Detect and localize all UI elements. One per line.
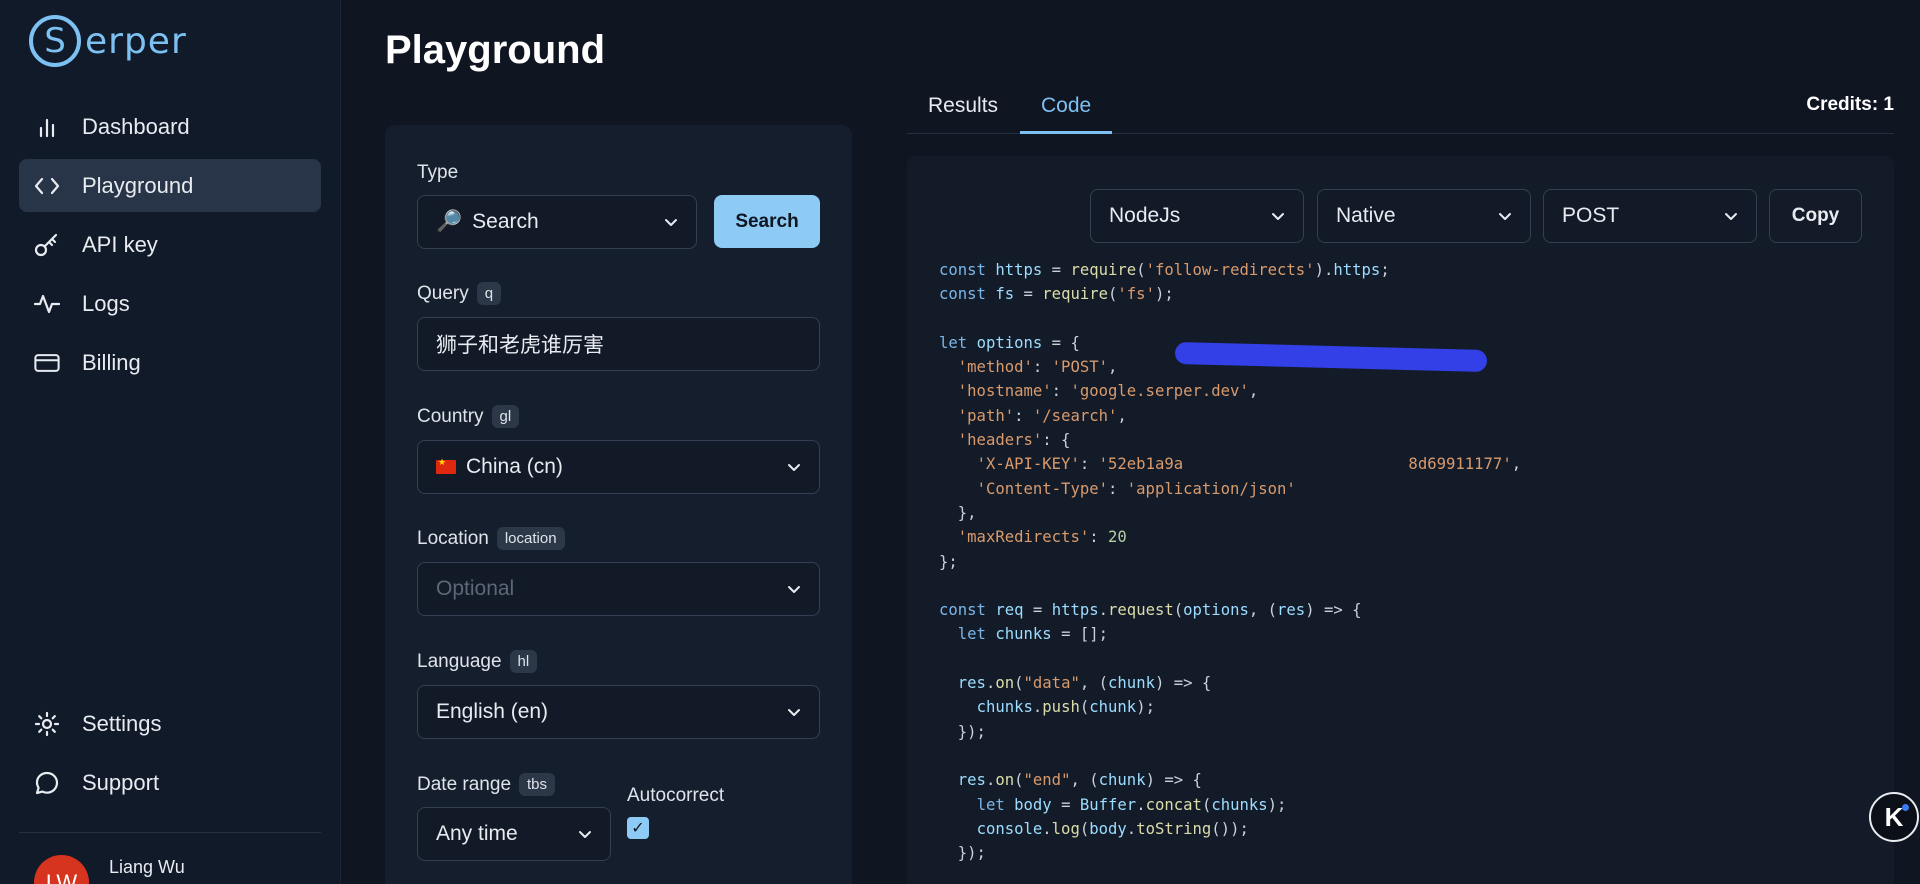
date-range-param-tag: tbs: [519, 773, 556, 796]
sidebar-item-support[interactable]: Support: [19, 756, 321, 809]
logo-text: erper: [85, 20, 187, 62]
library-dropdown[interactable]: Native: [1317, 189, 1531, 243]
sidebar-divider: [19, 832, 321, 833]
language-label: Language hl: [417, 650, 538, 673]
date-range-select[interactable]: Any time: [417, 807, 611, 861]
search-form-panel: Type 🔎 Search Search Query q 狮子和老虎谁厉害 Co…: [385, 125, 852, 884]
sidebar-item-label: Settings: [82, 710, 162, 736]
location-placeholder: Optional: [436, 577, 515, 600]
type-value: Search: [472, 210, 539, 233]
user-profile[interactable]: LW Liang Wu: [34, 855, 185, 884]
method-dropdown[interactable]: POST: [1543, 189, 1757, 243]
credits-counter: Credits: 1: [1806, 94, 1894, 115]
chevron-down-icon: [1725, 213, 1737, 220]
code-panel: NodeJs Native POST Copy const https = re…: [907, 156, 1894, 884]
key-icon: [34, 232, 60, 258]
country-label: Country gl: [417, 405, 520, 428]
sidebar: S erper Dashboard Playground API key Log…: [0, 0, 341, 884]
language-value: English (en): [436, 700, 549, 723]
query-label: Query q: [417, 282, 502, 305]
country-select[interactable]: China (cn): [417, 440, 820, 494]
sidebar-item-dashboard[interactable]: Dashboard: [19, 100, 321, 153]
country-param-tag: gl: [491, 405, 520, 428]
activity-icon: [34, 291, 60, 317]
serper-logo[interactable]: S erper: [29, 15, 187, 67]
chevron-down-icon: [788, 464, 800, 471]
sidebar-item-label: API key: [82, 231, 158, 257]
user-name: Liang Wu: [109, 857, 185, 877]
notification-dot: [1902, 804, 1909, 811]
check-icon: ✓: [631, 820, 645, 837]
chevron-down-icon: [788, 709, 800, 716]
chevron-down-icon: [788, 586, 800, 593]
autocorrect-label: Autocorrect: [627, 785, 724, 807]
page-title: Playground: [385, 28, 606, 72]
query-value: 狮子和老虎谁厉害: [436, 334, 604, 357]
avatar: LW: [34, 855, 89, 884]
tab-results[interactable]: Results: [928, 94, 998, 134]
country-value: China (cn): [466, 455, 563, 478]
type-label-text: Type: [417, 162, 459, 183]
type-label: Type: [417, 162, 458, 184]
chevron-down-icon: [1272, 213, 1284, 220]
sidebar-item-logs[interactable]: Logs: [19, 277, 321, 330]
gear-icon: [34, 711, 60, 737]
sidebar-item-label: Playground: [82, 172, 194, 198]
floating-assistant-button[interactable]: K: [1869, 792, 1919, 842]
date-range-value: Any time: [436, 822, 518, 845]
location-select[interactable]: Optional: [417, 562, 820, 616]
language-dropdown[interactable]: NodeJs: [1090, 189, 1304, 243]
date-range-label: Date range tbs: [417, 773, 556, 796]
sidebar-item-label: Dashboard: [82, 113, 190, 139]
type-select[interactable]: 🔎 Search: [417, 195, 697, 249]
code-method-value: POST: [1562, 204, 1620, 227]
sidebar-bottom-nav: Settings Support: [19, 697, 321, 815]
chevron-down-icon: [665, 219, 677, 226]
sidebar-item-api-key[interactable]: API key: [19, 218, 321, 271]
date-range-label-text: Date range: [417, 773, 512, 795]
sidebar-item-billing[interactable]: Billing: [19, 336, 321, 389]
country-label-text: Country: [417, 405, 484, 427]
location-label: Location location: [417, 527, 565, 550]
bar-chart-icon: [34, 114, 60, 140]
sidebar-item-label: Logs: [82, 290, 130, 316]
sidebar-item-settings[interactable]: Settings: [19, 697, 321, 750]
query-param-tag: q: [476, 282, 502, 305]
autocorrect-label-text: Autocorrect: [627, 785, 725, 806]
sidebar-item-label: Billing: [82, 349, 141, 375]
credit-card-icon: [34, 350, 60, 376]
location-label-text: Location: [417, 527, 489, 549]
autocorrect-checkbox[interactable]: ✓: [627, 817, 649, 839]
code-library-value: Native: [1336, 204, 1396, 227]
chevron-down-icon: [579, 831, 591, 838]
sidebar-item-playground[interactable]: Playground: [19, 159, 321, 212]
query-label-text: Query: [417, 282, 469, 304]
chevron-down-icon: [1499, 213, 1511, 220]
query-input[interactable]: 狮子和老虎谁厉害: [417, 317, 820, 371]
copy-button[interactable]: Copy: [1769, 189, 1862, 243]
chat-icon: [34, 770, 60, 796]
k-logo-icon: K: [1884, 801, 1904, 832]
logo-mark: S: [29, 15, 81, 67]
result-tabs: Results Code: [907, 82, 1894, 134]
language-label-text: Language: [417, 650, 502, 672]
code-language-value: NodeJs: [1109, 204, 1181, 227]
language-param-tag: hl: [509, 650, 538, 673]
location-param-tag: location: [496, 527, 565, 550]
code-icon: [34, 173, 60, 199]
search-button[interactable]: Search: [714, 195, 820, 248]
language-select[interactable]: English (en): [417, 685, 820, 739]
sidebar-item-label: Support: [82, 769, 160, 795]
tab-code[interactable]: Code: [1020, 94, 1113, 134]
china-flag-icon: [436, 457, 456, 474]
magnifier-icon: 🔎: [436, 210, 463, 233]
sidebar-nav: Dashboard Playground API key Logs Billin…: [19, 100, 321, 395]
